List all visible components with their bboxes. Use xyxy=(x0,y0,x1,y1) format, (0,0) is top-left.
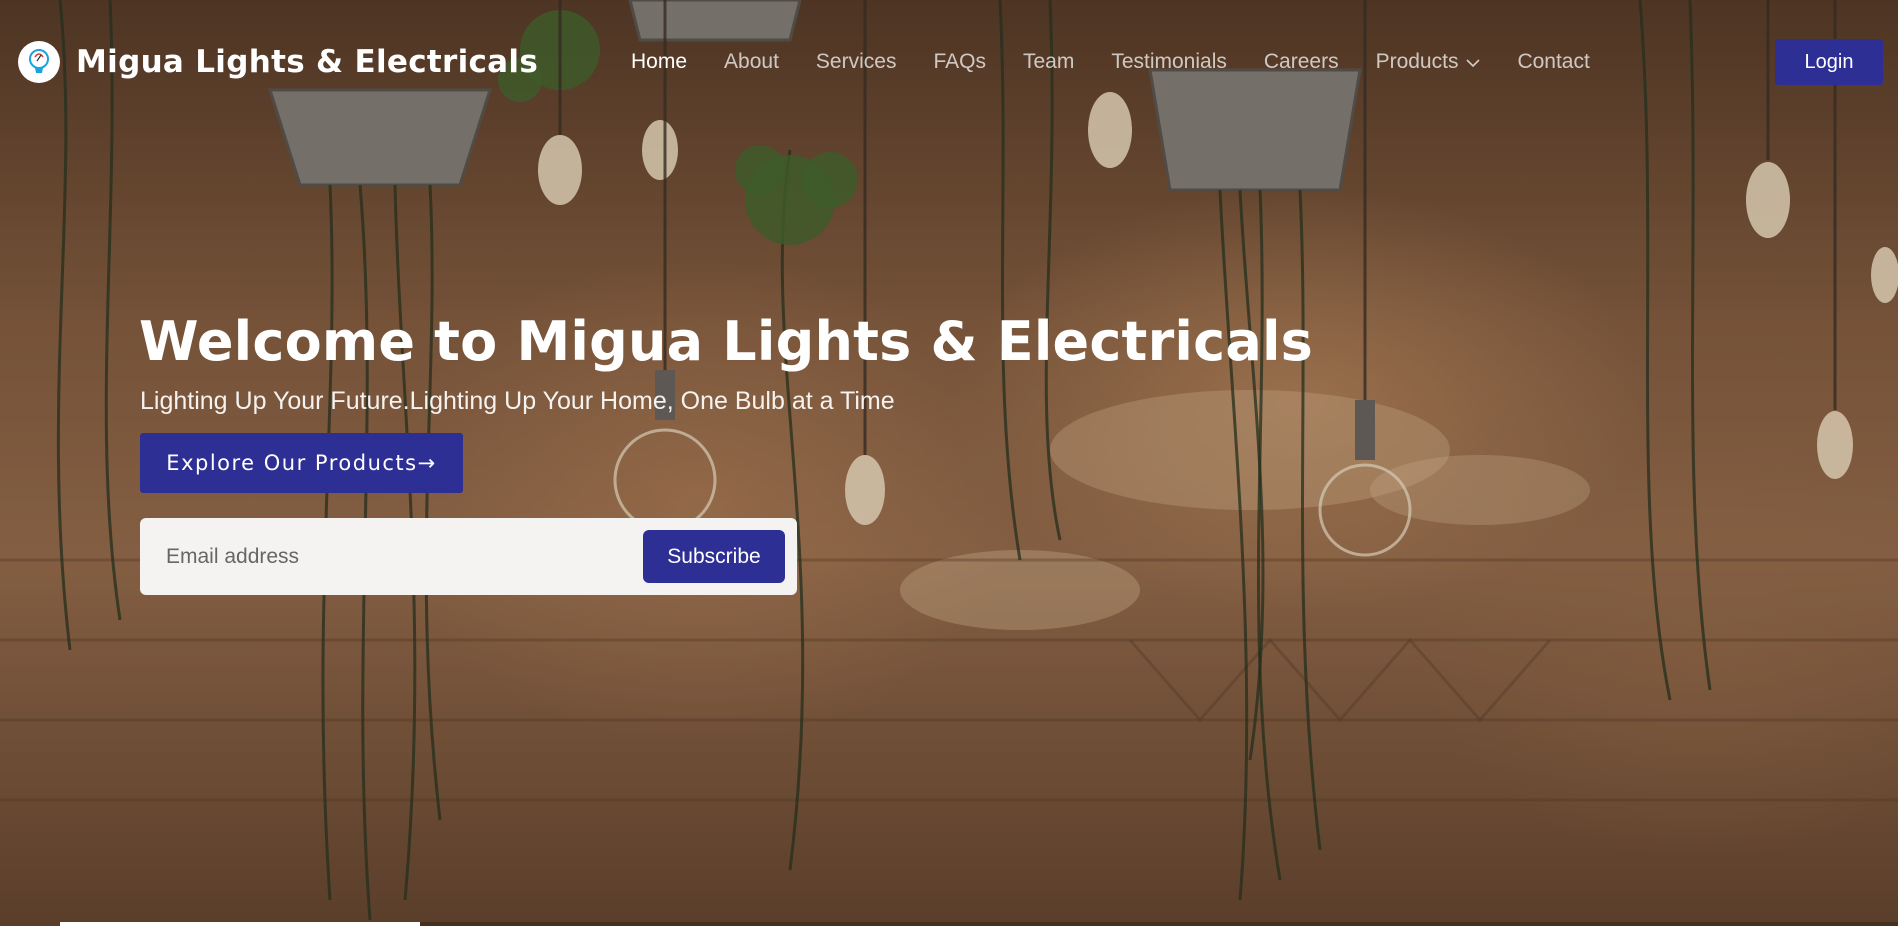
nav-item-team[interactable]: Team xyxy=(1023,50,1074,74)
email-input[interactable] xyxy=(164,535,638,579)
brand-name: Migua Lights & Electricals xyxy=(76,44,539,80)
hero-subtitle: Lighting Up Your Future.Lighting Up Your… xyxy=(140,387,895,415)
nav-item-careers[interactable]: Careers xyxy=(1264,50,1339,74)
subscribe-button[interactable]: Subscribe xyxy=(643,530,785,583)
nav-item-faqs[interactable]: FAQs xyxy=(933,50,986,74)
hero-title: Welcome to Migua Lights & Electricals xyxy=(139,310,1314,373)
nav-item-about[interactable]: About xyxy=(724,50,779,74)
nav-item-contact[interactable]: Contact xyxy=(1517,50,1589,74)
login-button[interactable]: Login xyxy=(1775,39,1883,85)
nav-item-services[interactable]: Services xyxy=(816,50,897,74)
scrollbar-thumb[interactable] xyxy=(60,922,420,926)
main-nav: Home About Services FAQs Team Testimonia… xyxy=(631,50,1627,74)
nav-item-testimonials[interactable]: Testimonials xyxy=(1111,50,1227,74)
chevron-down-icon xyxy=(1466,50,1481,74)
nav-item-home[interactable]: Home xyxy=(631,50,687,74)
explore-products-button[interactable]: Explore Our Products→ xyxy=(140,433,463,493)
nav-item-products[interactable]: Products xyxy=(1376,50,1481,74)
lightbulb-icon xyxy=(18,41,60,83)
subscribe-form: Subscribe xyxy=(140,518,797,595)
nav-item-products-label: Products xyxy=(1375,50,1459,73)
brand[interactable]: Migua Lights & Electricals xyxy=(18,41,538,83)
